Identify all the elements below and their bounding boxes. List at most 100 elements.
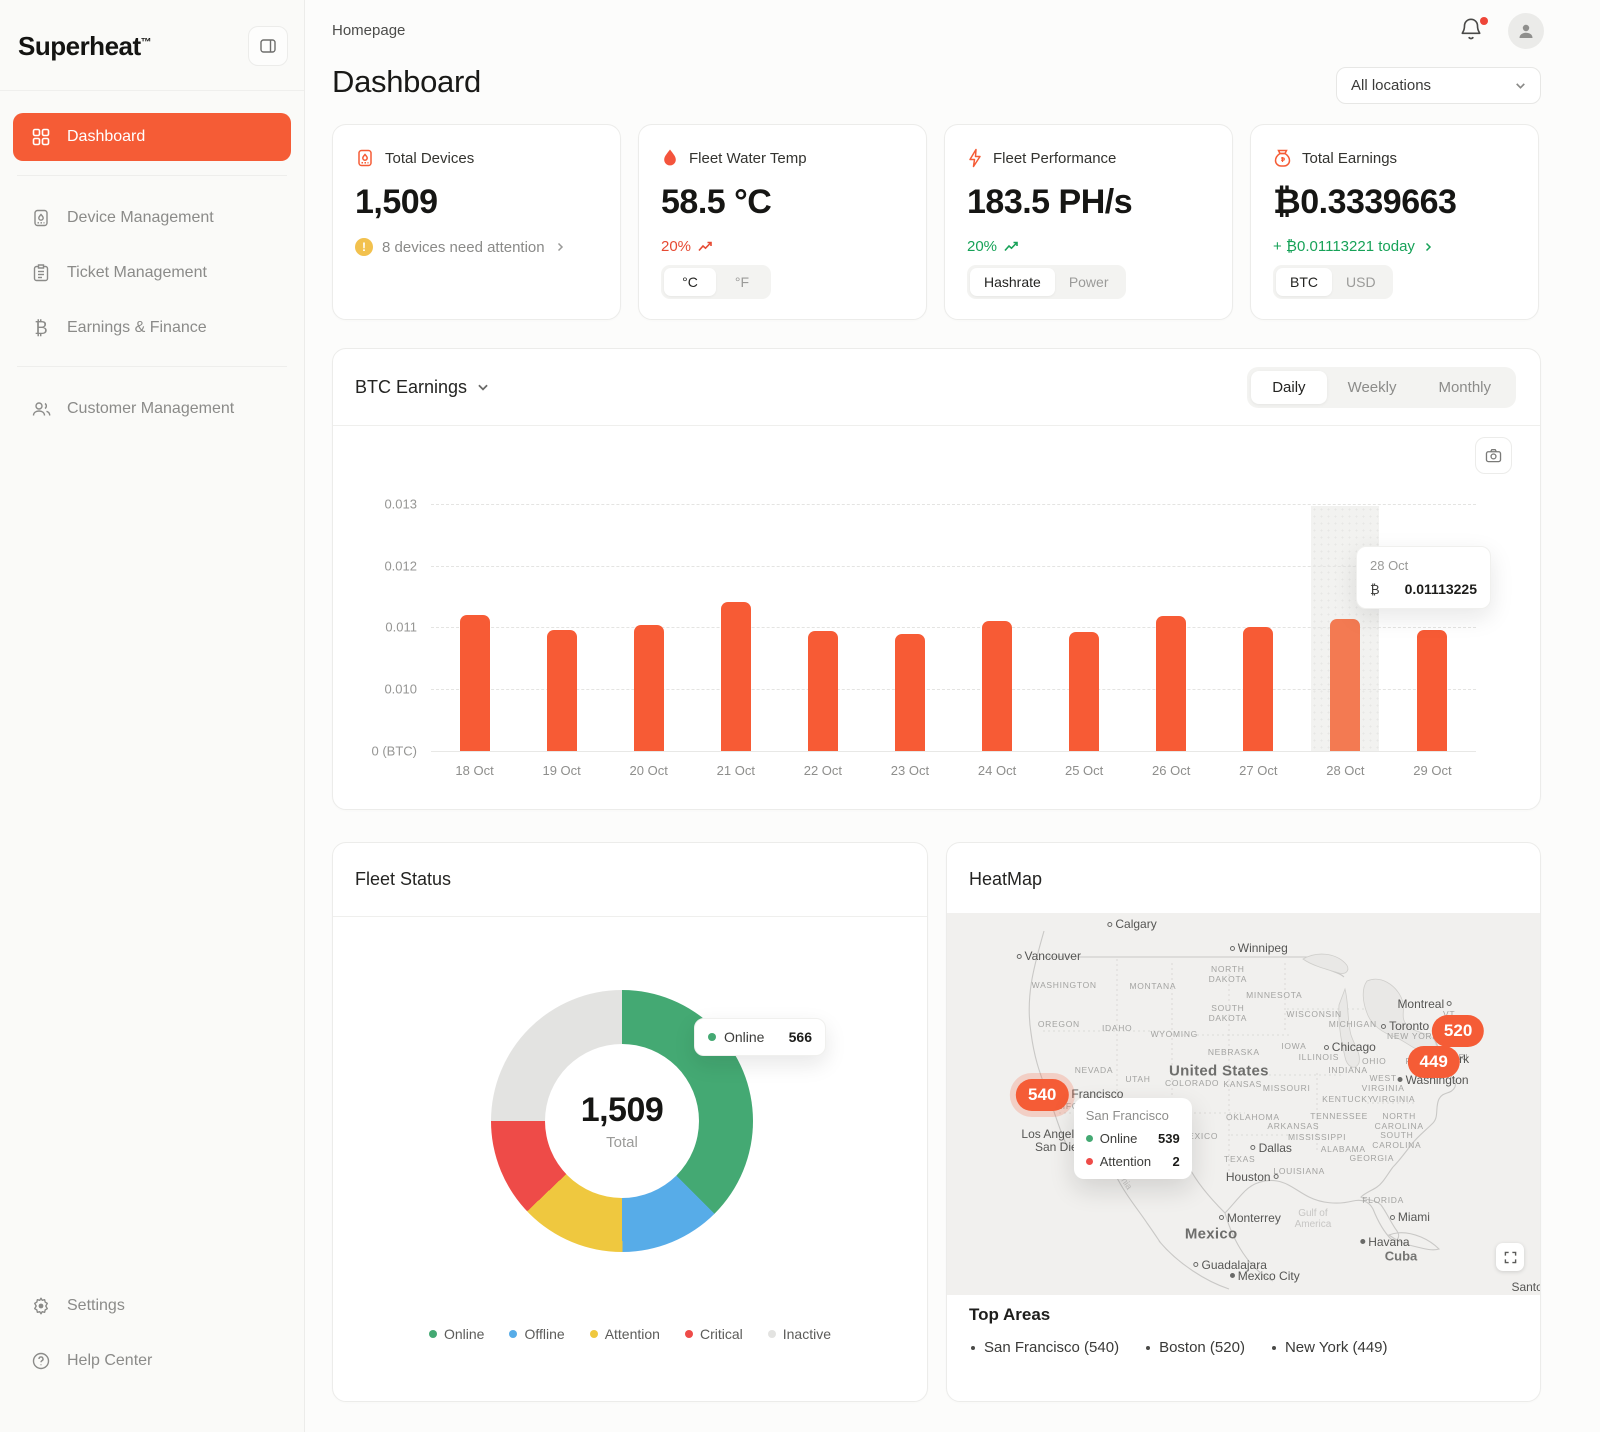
user-avatar[interactable] (1508, 13, 1544, 49)
offline-dot-icon (509, 1330, 517, 1338)
toggle-option-usd[interactable]: USD (1332, 268, 1390, 296)
sidebar-collapse-button[interactable] (248, 26, 288, 66)
chart-title-dropdown[interactable]: BTC Earnings (355, 377, 490, 398)
earnings-bar-26-oct[interactable] (1156, 616, 1186, 751)
chart-snapshot-button[interactable] (1475, 437, 1512, 474)
dashboard-grid-icon (30, 126, 52, 148)
online-dot-icon (1086, 1135, 1093, 1142)
stat-card-fleet-water-temp: Fleet Water Temp 58.5 °C 20% °C °F (638, 124, 927, 320)
heat-marker-520[interactable]: 520 (1432, 1015, 1484, 1047)
fleet-status-legend: Online Offline Attention Critical Inactive (333, 1326, 927, 1342)
heatmap-map[interactable]: San Francisco Online539 Attention2 Unite… (947, 913, 1541, 1295)
map-tooltip-city: San Francisco (1086, 1108, 1180, 1123)
toggle-option-celsius[interactable]: °C (664, 268, 716, 296)
trend-up-icon (1004, 240, 1019, 253)
sidebar-nav: Dashboard Device Management Ticket Manag… (0, 91, 304, 433)
toggle-option-btc[interactable]: BTC (1276, 268, 1332, 296)
earnings-bar-22-oct[interactable] (808, 631, 838, 751)
legend-item-online[interactable]: Online (429, 1326, 484, 1342)
stat-value: 58.5 °C (661, 183, 904, 222)
tooltip-value: 0.01113225 (1405, 581, 1477, 597)
earnings-bar-27-oct[interactable] (1243, 627, 1273, 751)
map-fullscreen-button[interactable] (1496, 1243, 1524, 1271)
breadcrumb[interactable]: Homepage (332, 22, 405, 39)
x-axis-tick-label: 29 Oct (1413, 763, 1451, 778)
earnings-bar-25-oct[interactable] (1069, 632, 1099, 751)
toggle-option-power[interactable]: Power (1055, 268, 1123, 296)
donut-center: 1,509 Total (545, 1044, 699, 1198)
earnings-bar-28-oct[interactable] (1330, 619, 1360, 751)
critical-dot-icon (685, 1330, 693, 1338)
heat-marker-540[interactable]: 540 (1016, 1079, 1068, 1111)
location-filter-select[interactable]: All locations (1336, 67, 1541, 104)
sidebar-item-device-management[interactable]: Device Management (13, 194, 291, 242)
earnings-bar-23-oct[interactable] (895, 634, 925, 751)
tab-daily[interactable]: Daily (1251, 371, 1326, 404)
chevron-down-icon (1514, 79, 1527, 92)
sidebar-item-help-center[interactable]: Help Center (13, 1337, 291, 1385)
gear-icon (30, 1295, 52, 1317)
earnings-bar-20-oct[interactable] (634, 625, 664, 751)
sidebar: Superheat™ Dashboard Device Management (0, 0, 305, 1432)
water-drop-icon (661, 148, 679, 168)
earnings-bar-21-oct[interactable] (721, 602, 751, 751)
attention-dot-icon (1086, 1158, 1093, 1165)
earnings-today-link[interactable]: + ₿0.01113221 today (1273, 238, 1516, 255)
bitcoin-icon: ₿ (30, 317, 52, 339)
toggle-option-fahrenheit[interactable]: °F (716, 268, 768, 296)
tab-weekly[interactable]: Weekly (1327, 371, 1418, 404)
fleet-status-card: Fleet Status 1,509 Total Online 566 Onli… (332, 842, 928, 1402)
page-title: Dashboard (332, 64, 481, 100)
toggle-option-hashrate[interactable]: Hashrate (970, 268, 1055, 296)
devices-attention-link[interactable]: ! 8 devices need attention (355, 238, 598, 256)
person-icon (1516, 21, 1536, 41)
top-area-item: New York (449) (1272, 1339, 1388, 1356)
x-axis-tick-label: 27 Oct (1239, 763, 1277, 778)
x-axis-tick-label: 19 Oct (542, 763, 580, 778)
legend-item-attention[interactable]: Attention (590, 1326, 660, 1342)
sidebar-item-label: Device Management (67, 209, 214, 227)
stat-note-text: + ₿0.01113221 today (1273, 238, 1415, 255)
tab-monthly[interactable]: Monthly (1417, 371, 1512, 404)
legend-item-offline[interactable]: Offline (509, 1326, 564, 1342)
stat-note-text: 8 devices need attention (382, 239, 545, 256)
earnings-bar-29-oct[interactable] (1417, 630, 1447, 751)
btc-earnings-card: BTC Earnings Daily Weekly Monthly 0.0130… (332, 348, 1541, 810)
device-icon (355, 148, 375, 168)
legend-item-critical[interactable]: Critical (685, 1326, 743, 1342)
x-axis-tick-label: 18 Oct (455, 763, 493, 778)
earnings-bar-19-oct[interactable] (547, 630, 577, 751)
stat-label: Fleet Water Temp (689, 150, 807, 167)
legend-item-inactive[interactable]: Inactive (768, 1326, 831, 1342)
chevron-right-icon (1422, 241, 1434, 253)
sidebar-item-label: Help Center (67, 1352, 152, 1370)
top-areas-title: Top Areas (969, 1305, 1050, 1325)
attention-dot-icon (590, 1330, 598, 1338)
warning-icon: ! (355, 238, 373, 256)
stat-card-total-earnings: Total Earnings ₿0.3339663 + ₿0.01113221 … (1250, 124, 1539, 320)
sidebar-item-earnings-finance[interactable]: ₿ Earnings & Finance (13, 304, 291, 352)
online-dot-icon (429, 1330, 437, 1338)
stat-card-fleet-performance: Fleet Performance 183.5 PH/s 20% Hashrat… (944, 124, 1233, 320)
trademark-symbol: ™ (141, 36, 152, 48)
sidebar-footer: Settings Help Center (13, 1282, 291, 1392)
legend-label: Attention (605, 1326, 660, 1342)
sidebar-item-ticket-management[interactable]: Ticket Management (13, 249, 291, 297)
question-circle-icon (30, 1350, 52, 1372)
legend-label: Offline (524, 1326, 564, 1342)
earnings-bar-24-oct[interactable] (982, 621, 1012, 751)
sidebar-section-divider (17, 175, 287, 176)
stat-label: Total Earnings (1302, 150, 1397, 167)
heatmap-card: HeatMap (946, 842, 1541, 1402)
sidebar-item-settings[interactable]: Settings (13, 1282, 291, 1330)
notifications-button[interactable] (1458, 16, 1490, 48)
sidebar-item-dashboard[interactable]: Dashboard (13, 113, 291, 161)
earnings-bar-18-oct[interactable] (460, 615, 490, 751)
main-content: Homepage Dashboard All locations Total D… (305, 0, 1600, 1432)
people-icon (30, 398, 52, 420)
heat-marker-449[interactable]: 449 (1408, 1046, 1460, 1078)
sidebar-item-customer-management[interactable]: Customer Management (13, 385, 291, 433)
panel-collapse-icon (259, 37, 277, 55)
donut-tooltip-label: Online (724, 1029, 764, 1045)
y-gridline (431, 504, 1476, 505)
